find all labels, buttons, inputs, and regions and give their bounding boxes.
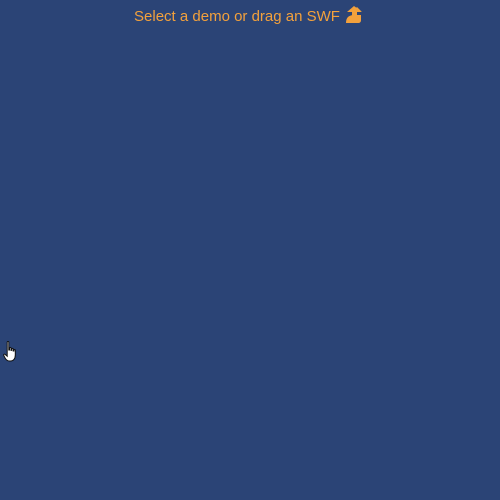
curved-up-arrow-icon: [344, 4, 366, 26]
demo-select-prompt: Select a demo or drag an SWF: [0, 4, 500, 30]
prompt-text: Select a demo or drag an SWF: [134, 8, 340, 25]
swf-drop-area[interactable]: [0, 0, 500, 500]
hand-pointer-icon: [3, 340, 19, 364]
